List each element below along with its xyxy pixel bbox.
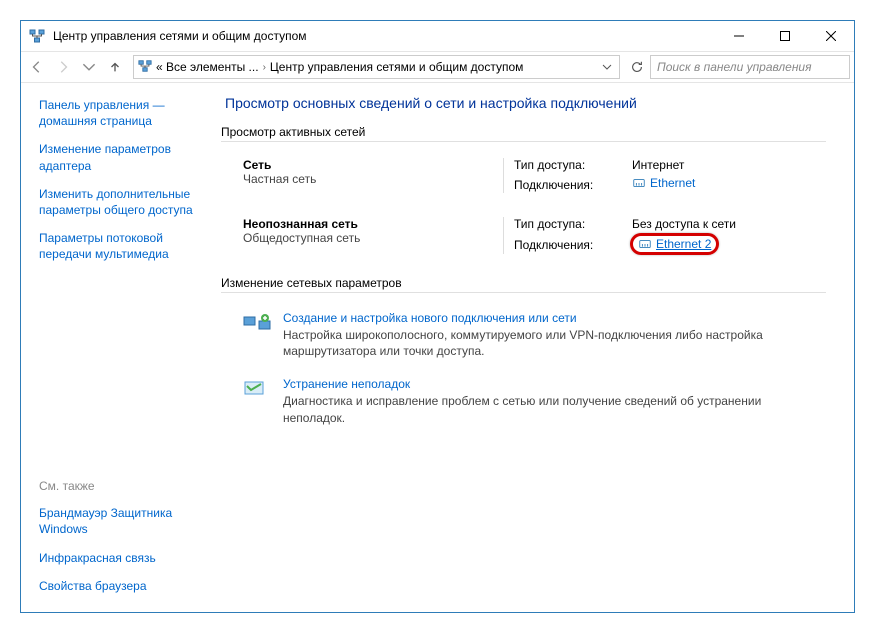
ethernet-icon [632, 176, 646, 190]
ethernet-icon [638, 237, 652, 251]
vertical-divider [503, 158, 504, 193]
sidebar-link-home[interactable]: Панель управления — домашняя страница [39, 97, 201, 129]
access-type-label: Тип доступа: [514, 158, 624, 172]
action-new-connection[interactable]: Создание и настройка нового подключения … [221, 303, 826, 369]
sidebar-link-media-streaming[interactable]: Параметры потоковой передачи мультимедиа [39, 230, 201, 262]
see-also-label: См. также [39, 479, 201, 493]
breadcrumb-item[interactable]: Центр управления сетями и общим доступом [270, 60, 524, 74]
troubleshoot-icon [243, 379, 271, 399]
connection-link-ethernet[interactable]: Ethernet [632, 176, 695, 190]
sidebar-link-advanced-sharing[interactable]: Изменить дополнительные параметры общего… [39, 186, 201, 218]
recent-locations-button[interactable] [77, 55, 101, 79]
action-title[interactable]: Создание и настройка нового подключения … [283, 311, 577, 325]
connection-name: Ethernet 2 [656, 237, 711, 251]
vertical-divider [503, 217, 504, 254]
breadcrumb-item[interactable]: « Все элементы ... [156, 60, 259, 74]
back-button[interactable] [25, 55, 49, 79]
titlebar[interactable]: Центр управления сетями и общим доступом [21, 21, 854, 51]
action-description: Диагностика и исправление проблем с сеть… [283, 393, 826, 425]
change-settings-label: Изменение сетевых параметров [221, 276, 826, 290]
active-networks-label: Просмотр активных сетей [221, 125, 826, 139]
maximize-button[interactable] [762, 21, 808, 51]
sidebar: Панель управления — домашняя страница Из… [21, 83, 211, 612]
network-center-icon [138, 59, 152, 76]
search-input[interactable]: Поиск в панели управления [650, 55, 850, 79]
connections-label: Подключения: [514, 238, 624, 252]
divider [221, 292, 826, 293]
network-block: Сеть Частная сеть Тип доступа: Интернет … [221, 152, 826, 211]
network-block: Неопознанная сеть Общедоступная сеть Тип… [221, 211, 826, 272]
minimize-button[interactable] [716, 21, 762, 51]
action-title[interactable]: Устранение неполадок [283, 377, 410, 391]
connections-label: Подключения: [514, 178, 624, 192]
network-type: Общедоступная сеть [243, 231, 493, 245]
address-field[interactable]: « Все элементы ... › Центр управления се… [133, 55, 620, 79]
access-type-label: Тип доступа: [514, 217, 624, 231]
forward-button[interactable] [51, 55, 75, 79]
highlighted-connection: Ethernet 2 [632, 235, 717, 253]
connection-link-ethernet2[interactable]: Ethernet 2 [638, 237, 711, 251]
address-toolbar: « Все элементы ... › Центр управления се… [21, 51, 854, 83]
access-type-value: Без доступа к сети [632, 217, 736, 231]
access-type-value: Интернет [632, 158, 695, 172]
action-description: Настройка широкополосного, коммутируемог… [283, 327, 826, 359]
network-name: Неопознанная сеть [243, 217, 493, 231]
main-pane: Просмотр основных сведений о сети и наст… [211, 83, 854, 612]
window-frame: Центр управления сетями и общим доступом… [20, 20, 855, 613]
sidebar-link-adapter-settings[interactable]: Изменение параметров адаптера [39, 141, 201, 173]
network-name: Сеть [243, 158, 493, 172]
divider [221, 141, 826, 142]
page-heading: Просмотр основных сведений о сети и наст… [225, 95, 826, 111]
chevron-right-icon: › [263, 62, 266, 73]
sidebar-link-firewall[interactable]: Брандмауэр Защитника Windows [39, 505, 201, 537]
connection-name: Ethernet [650, 176, 695, 190]
network-type: Частная сеть [243, 172, 493, 186]
network-center-icon [29, 28, 45, 44]
address-dropdown-button[interactable] [599, 59, 615, 75]
action-troubleshoot[interactable]: Устранение неполадок Диагностика и испра… [221, 369, 826, 435]
sidebar-link-internet-options[interactable]: Свойства браузера [39, 578, 201, 594]
close-button[interactable] [808, 21, 854, 51]
refresh-button[interactable] [626, 56, 648, 78]
window-title: Центр управления сетями и общим доступом [53, 29, 716, 43]
sidebar-link-infrared[interactable]: Инфракрасная связь [39, 550, 201, 566]
new-connection-icon [243, 313, 271, 333]
up-button[interactable] [103, 55, 127, 79]
